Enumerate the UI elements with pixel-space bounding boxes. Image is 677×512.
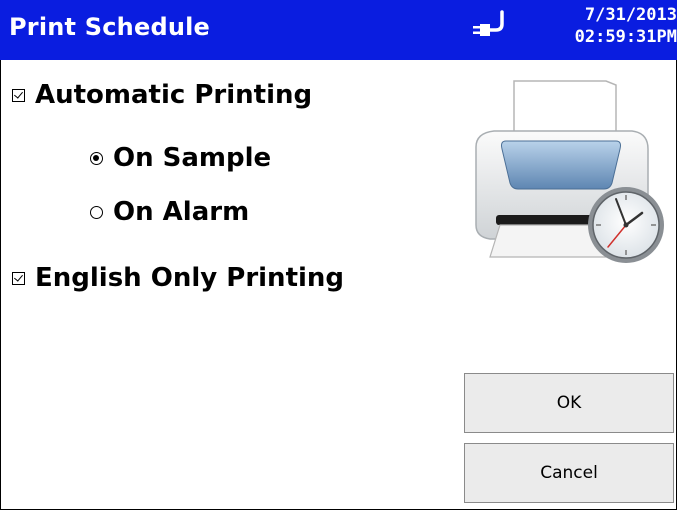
- on-alarm-radio[interactable]: On Alarm: [90, 197, 249, 227]
- automatic-printing-checkbox[interactable]: Automatic Printing: [12, 80, 312, 110]
- checkbox-checked-icon: [12, 271, 25, 285]
- english-only-printing-label: English Only Printing: [35, 263, 345, 293]
- cancel-button[interactable]: Cancel: [464, 443, 674, 503]
- ok-button[interactable]: OK: [464, 373, 674, 433]
- on-sample-label: On Sample: [113, 143, 272, 173]
- radio-selected-icon: [90, 151, 103, 165]
- printer-clock-icon: [475, 80, 664, 263]
- automatic-printing-label: Automatic Printing: [35, 80, 313, 110]
- date-time-display: 7/31/2013 02:59:31PM: [575, 4, 677, 48]
- english-only-printing-checkbox[interactable]: English Only Printing: [12, 263, 344, 293]
- radio-unselected-icon: [90, 205, 103, 219]
- time-label: 02:59:31PM: [574, 27, 677, 47]
- on-alarm-label: On Alarm: [113, 197, 250, 227]
- page-title: Print Schedule: [9, 13, 211, 41]
- title-bar: Print Schedule 7/31/2013 02:59:31PM: [0, 0, 677, 60]
- checkbox-checked-icon: [12, 88, 25, 102]
- date-label: 7/31/2013: [584, 5, 677, 25]
- plug-icon: [473, 10, 504, 36]
- on-sample-radio[interactable]: On Sample: [90, 143, 271, 173]
